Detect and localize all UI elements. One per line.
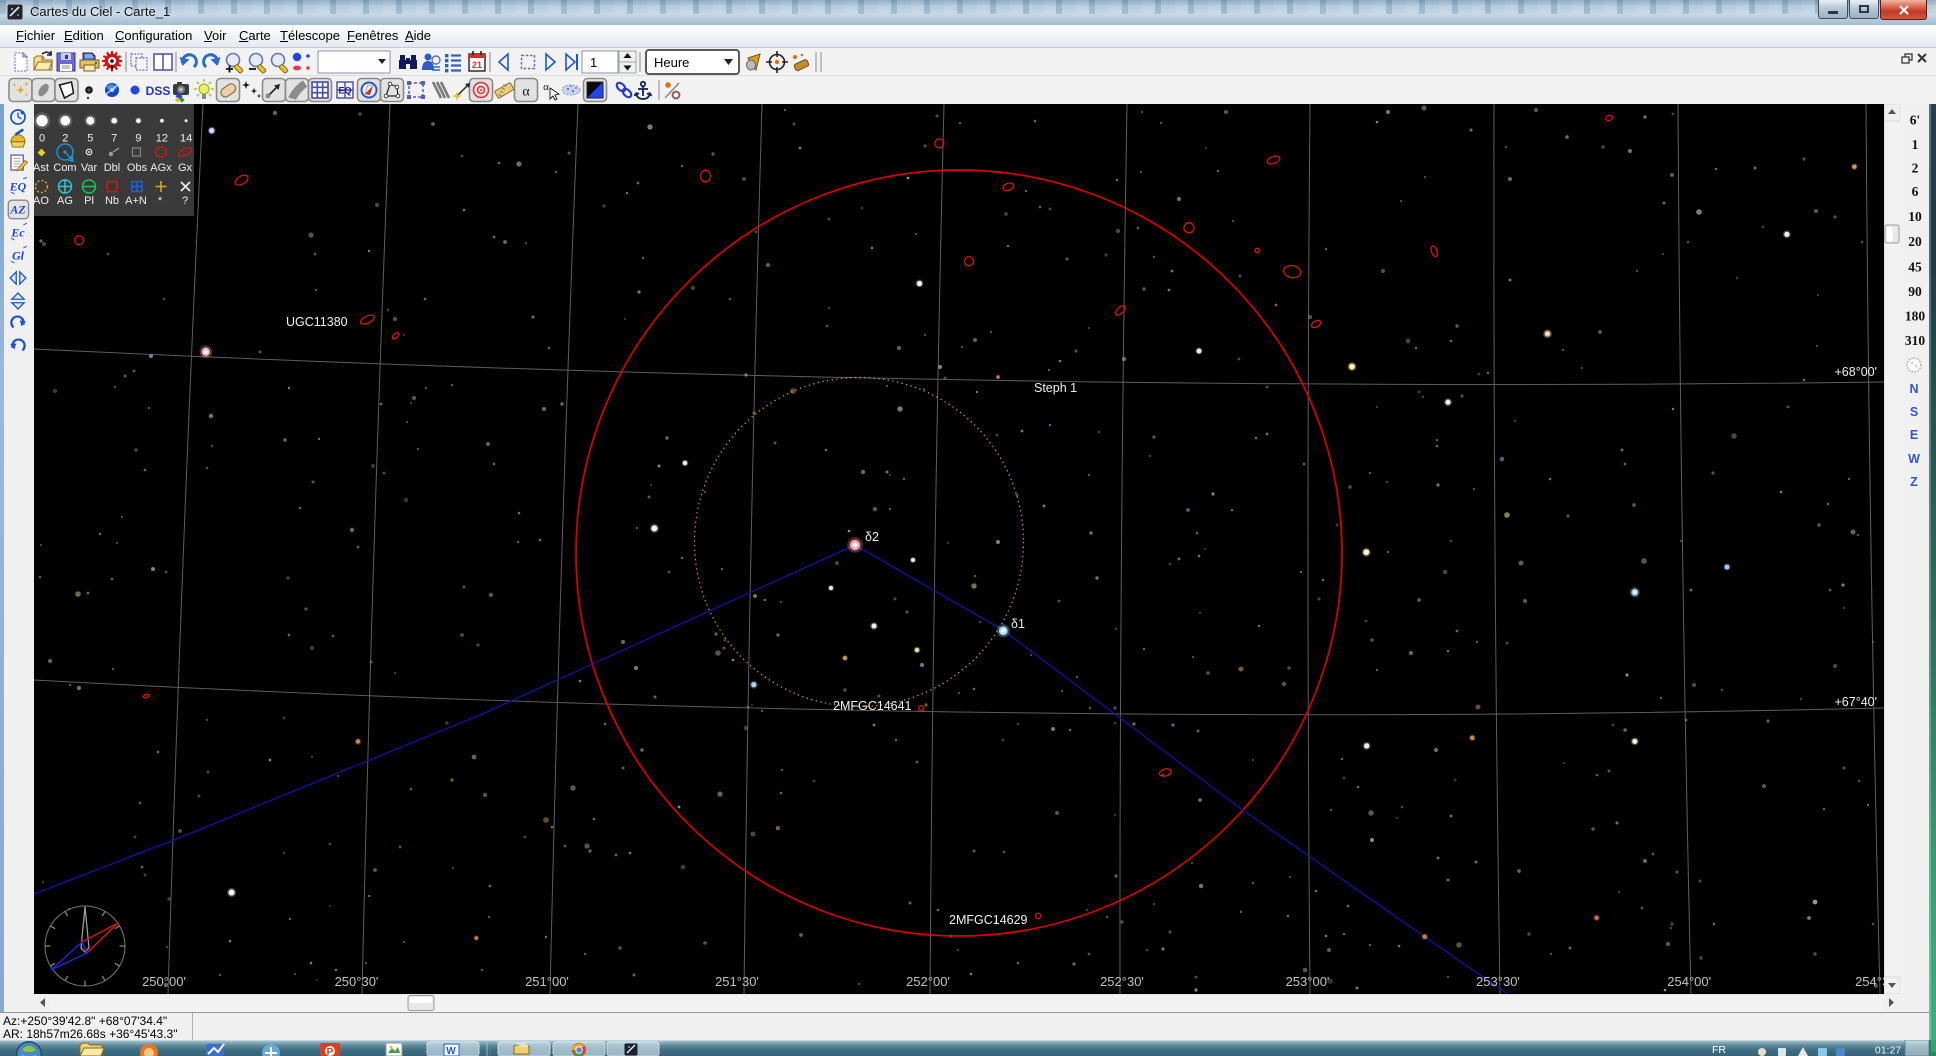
svg-text:Ast: Ast xyxy=(34,162,49,174)
svg-text:δ1: δ1 xyxy=(1011,617,1025,631)
svg-text:α: α xyxy=(522,85,530,100)
svg-text:251°30': 251°30' xyxy=(715,974,759,989)
svg-text:AG: AG xyxy=(57,195,73,207)
svg-text:2MFGC14641: 2MFGC14641 xyxy=(833,699,912,713)
svg-text:Pl: Pl xyxy=(84,195,94,207)
svg-text:+67°40': +67°40' xyxy=(1835,695,1878,709)
svg-text:Heure: Heure xyxy=(654,55,689,70)
svg-text:α: α xyxy=(543,81,549,93)
svg-text:P: P xyxy=(327,1047,334,1056)
svg-text:Var: Var xyxy=(81,162,98,174)
svg-text:6: 6 xyxy=(1912,184,1919,199)
svg-text:Dbl: Dbl xyxy=(104,162,121,174)
svg-text:Obs: Obs xyxy=(127,162,148,174)
svg-text:*: * xyxy=(158,195,163,207)
svg-text:251°00': 251°00' xyxy=(525,974,569,989)
svg-text:20: 20 xyxy=(1908,234,1922,249)
svg-text:W: W xyxy=(1908,452,1920,466)
svg-text:253°30': 253°30' xyxy=(1476,974,1520,989)
svg-text:12: 12 xyxy=(156,133,168,145)
svg-text:90: 90 xyxy=(1908,284,1922,299)
svg-text:W: W xyxy=(446,1046,456,1056)
svg-text:253°00': 253°00' xyxy=(1286,974,1330,989)
svg-text:01:27: 01:27 xyxy=(1875,1045,1901,1056)
svg-text:Gx: Gx xyxy=(178,162,193,174)
svg-text:FR: FR xyxy=(1712,1044,1726,1056)
svg-text:9: 9 xyxy=(135,133,141,145)
svg-text:2MFGC14629: 2MFGC14629 xyxy=(949,913,1028,927)
svg-text:5: 5 xyxy=(87,133,93,145)
svg-text:EQ: EQ xyxy=(338,86,351,96)
svg-text:14: 14 xyxy=(180,133,192,145)
svg-text:180: 180 xyxy=(1905,309,1926,324)
svg-text:Steph 1: Steph 1 xyxy=(1034,381,1077,395)
svg-text:AGx: AGx xyxy=(150,162,172,174)
svg-text:UGC11380: UGC11380 xyxy=(286,315,348,329)
svg-text:N: N xyxy=(1909,382,1918,396)
svg-text:10: 10 xyxy=(1908,209,1922,224)
svg-text:Gl: Gl xyxy=(12,248,25,262)
svg-text:310: 310 xyxy=(1905,333,1926,348)
svg-text:S: S xyxy=(1910,405,1918,419)
svg-text:?: ? xyxy=(182,195,188,207)
svg-text:Nb: Nb xyxy=(105,195,119,207)
svg-text:AZ: AZ xyxy=(9,202,25,216)
svg-text:AO: AO xyxy=(34,195,49,207)
svg-text:Z: Z xyxy=(1910,475,1918,489)
svg-text:Ec: Ec xyxy=(10,225,25,239)
svg-text:E: E xyxy=(1910,428,1918,442)
svg-text:252°30': 252°30' xyxy=(1100,974,1144,989)
svg-text:250°30': 250°30' xyxy=(335,974,379,989)
svg-text:δ2: δ2 xyxy=(865,530,879,544)
svg-text:DSS: DSS xyxy=(146,84,171,98)
svg-text:+68°00': +68°00' xyxy=(1835,365,1878,379)
svg-text:2: 2 xyxy=(62,133,68,145)
svg-text:250°00': 250°00' xyxy=(142,974,186,989)
svg-text:Com: Com xyxy=(53,162,76,174)
svg-text:0: 0 xyxy=(39,133,45,145)
svg-text:6': 6' xyxy=(1910,113,1921,128)
svg-text:A+N: A+N xyxy=(125,195,147,207)
svg-text:7: 7 xyxy=(111,133,117,145)
svg-text:2: 2 xyxy=(1912,161,1919,176)
svg-text:21: 21 xyxy=(472,60,482,70)
svg-text:EQ: EQ xyxy=(9,179,27,193)
svg-text:252°00': 252°00' xyxy=(906,974,950,989)
svg-text:254°30': 254°30' xyxy=(1855,974,1884,989)
svg-text:45: 45 xyxy=(1908,260,1922,275)
svg-text:254°00': 254°00' xyxy=(1667,974,1711,989)
svg-text:1: 1 xyxy=(1912,137,1919,152)
svg-text:1: 1 xyxy=(590,55,597,70)
